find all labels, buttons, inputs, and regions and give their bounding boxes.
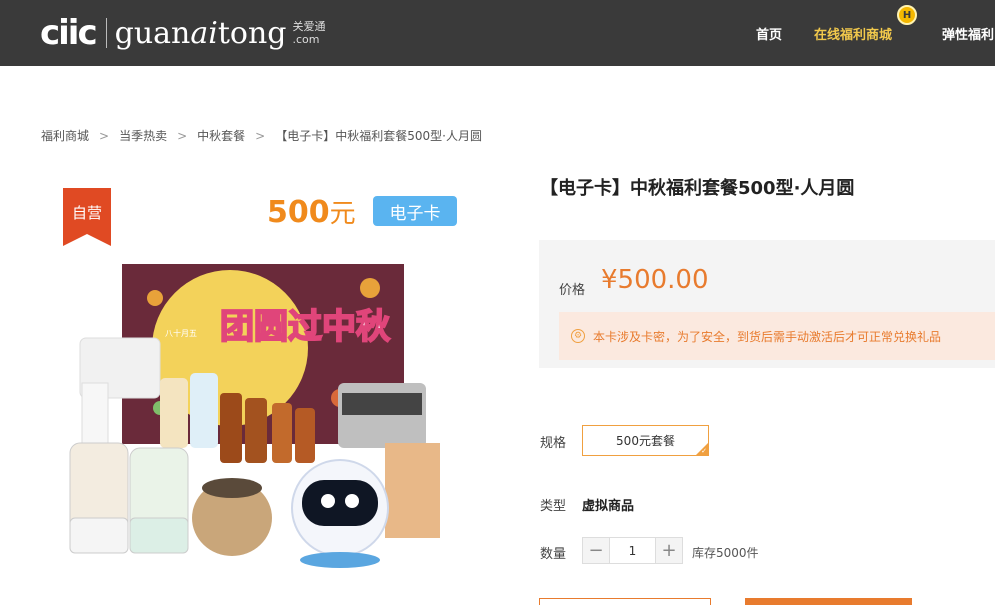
quantity-increase-button[interactable]: + bbox=[656, 538, 682, 563]
quantity-stepper: − 1 + bbox=[582, 537, 683, 564]
logo-text-guan: guan bbox=[114, 15, 191, 51]
check-icon: ✓ bbox=[701, 447, 707, 455]
image-price-amount: 500 bbox=[267, 195, 330, 230]
spec-label: 规格 bbox=[540, 436, 567, 451]
top-navbar: ciic guanaitong 关爱通 .com 首页 在线福利商城 H 弹性福… bbox=[0, 0, 995, 66]
logo-mark: ciic bbox=[40, 13, 98, 53]
chevron-right-icon: > bbox=[255, 128, 266, 143]
spec-option-500[interactable]: 500元套餐 ✓ bbox=[582, 425, 709, 456]
poster-text: 团圆过中秋 bbox=[220, 307, 390, 347]
nav-online-mall[interactable]: 在线福利商城 bbox=[814, 0, 892, 66]
breadcrumb-item[interactable]: 当季热卖 bbox=[119, 127, 167, 144]
self-operated-badge: 自营 bbox=[63, 188, 111, 246]
quantity-decrease-button[interactable]: − bbox=[583, 538, 609, 563]
breadcrumb-item[interactable]: 福利商城 bbox=[41, 127, 89, 144]
ecard-badge: 电子卡 bbox=[373, 196, 457, 226]
notice-text: 本卡涉及卡密，为了安全，到货后需手动激活后才可正常兑换礼品 bbox=[593, 329, 942, 344]
breadcrumb-item[interactable]: 中秋套餐 bbox=[197, 127, 245, 144]
logo-divider bbox=[105, 18, 107, 48]
hot-badge-icon: H bbox=[897, 5, 917, 25]
logo-text-tong: tong bbox=[217, 15, 287, 51]
spec-option-label: 500元套餐 bbox=[616, 434, 675, 448]
gear-icon: ⚙ bbox=[571, 329, 585, 343]
price-panel: 价格 ¥500.00 ⚙ 本卡涉及卡密，为了安全，到货后需手动激活后才可正常兑换… bbox=[539, 240, 995, 368]
image-price-unit: 元 bbox=[329, 199, 356, 229]
activation-notice: ⚙ 本卡涉及卡密，为了安全，到货后需手动激活后才可正常兑换礼品 bbox=[559, 312, 995, 360]
price-value: ¥500.00 bbox=[601, 265, 709, 295]
type-label: 类型 bbox=[540, 499, 567, 514]
poster-corner-text: 八十月五 bbox=[165, 328, 197, 338]
breadcrumb: 福利商城 > 当季热卖 > 中秋套餐 > 【电子卡】中秋福利套餐500型·人月圆 bbox=[41, 127, 482, 144]
logo-subtitle: 关爱通 .com bbox=[293, 20, 326, 46]
breadcrumb-current: 【电子卡】中秋福利套餐500型·人月圆 bbox=[275, 129, 482, 143]
site-logo[interactable]: ciic guanaitong 关爱通 .com bbox=[40, 10, 326, 56]
logo-wordmark: guanaitong bbox=[115, 16, 287, 51]
product-image[interactable]: 团圆过中秋 八十月五 自营 500元 电子卡 bbox=[40, 188, 465, 573]
logo-sub-domain: .com bbox=[292, 33, 320, 46]
product-title: 【电子卡】中秋福利套餐500型·人月圆 bbox=[540, 178, 855, 199]
type-value: 虚拟商品 bbox=[582, 499, 635, 514]
chevron-right-icon: > bbox=[99, 128, 110, 143]
add-to-cart-button[interactable] bbox=[539, 598, 711, 605]
quantity-input[interactable]: 1 bbox=[609, 538, 656, 563]
nav-flexible-benefits[interactable]: 弹性福利 bbox=[942, 0, 994, 66]
nav-home[interactable]: 首页 bbox=[756, 0, 782, 66]
logo-sub-cn: 关爱通 bbox=[292, 20, 326, 33]
buy-now-button[interactable] bbox=[745, 598, 912, 605]
image-price-banner: 500元 bbox=[267, 193, 356, 230]
stock-count: 库存5000件 bbox=[692, 546, 759, 560]
quantity-label: 数量 bbox=[540, 547, 567, 562]
price-label: 价格 bbox=[559, 283, 586, 298]
self-operated-label: 自营 bbox=[72, 204, 102, 222]
logo-text-ai: ai bbox=[190, 15, 218, 51]
chevron-right-icon: > bbox=[177, 128, 188, 143]
